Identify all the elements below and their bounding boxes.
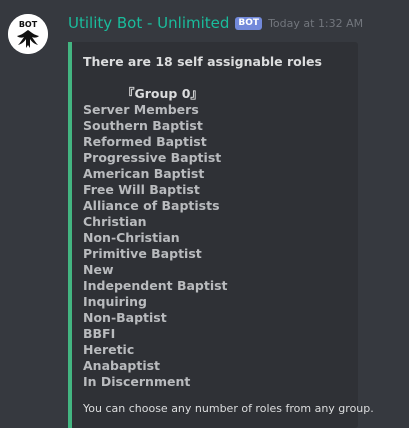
role-item: Non-Baptist: [83, 310, 167, 325]
bird-logo-icon: BOT: [8, 14, 48, 54]
role-item: Southern Baptist: [83, 118, 203, 133]
embed-title: There are 18 self assignable roles: [83, 54, 322, 69]
chat-message: BOT Utility Bot - Unlimited BOT Today at…: [0, 0, 409, 428]
role-item: Non-Christian: [83, 230, 180, 245]
group-heading: 『Group 0』: [122, 86, 203, 101]
role-item: Free Will Baptist: [83, 182, 200, 197]
author-name[interactable]: Utility Bot - Unlimited: [68, 14, 229, 32]
role-item: Heretic: [83, 342, 135, 357]
role-item: Progressive Baptist: [83, 150, 222, 165]
role-item: Alliance of Baptists: [83, 198, 220, 213]
role-item: Primitive Baptist: [83, 246, 202, 261]
role-list: Server Members Southern Baptist Reformed…: [83, 102, 358, 390]
avatar-label: BOT: [19, 20, 38, 29]
role-item: American Baptist: [83, 166, 205, 181]
roles-embed: There are 18 self assignable roles 『Grou…: [68, 42, 374, 428]
bot-tag-badge: BOT: [235, 16, 263, 30]
role-item: BBFI: [83, 326, 116, 341]
role-item: Server Members: [83, 102, 199, 117]
bot-avatar[interactable]: BOT: [8, 14, 48, 54]
role-item: New: [83, 262, 114, 277]
role-item: Christian: [83, 214, 147, 229]
role-item: Independent Baptist: [83, 278, 228, 293]
message-header: Utility Bot - Unlimited BOT Today at 1:3…: [68, 14, 363, 32]
role-item: Reformed Baptist: [83, 134, 207, 149]
role-item: Inquiring: [83, 294, 147, 309]
message-timestamp[interactable]: Today at 1:32 AM: [268, 17, 363, 30]
embed-footer: You can choose any number of roles from …: [83, 402, 374, 415]
role-item: Anabaptist: [83, 358, 161, 373]
role-item: In Discernment: [83, 374, 191, 389]
